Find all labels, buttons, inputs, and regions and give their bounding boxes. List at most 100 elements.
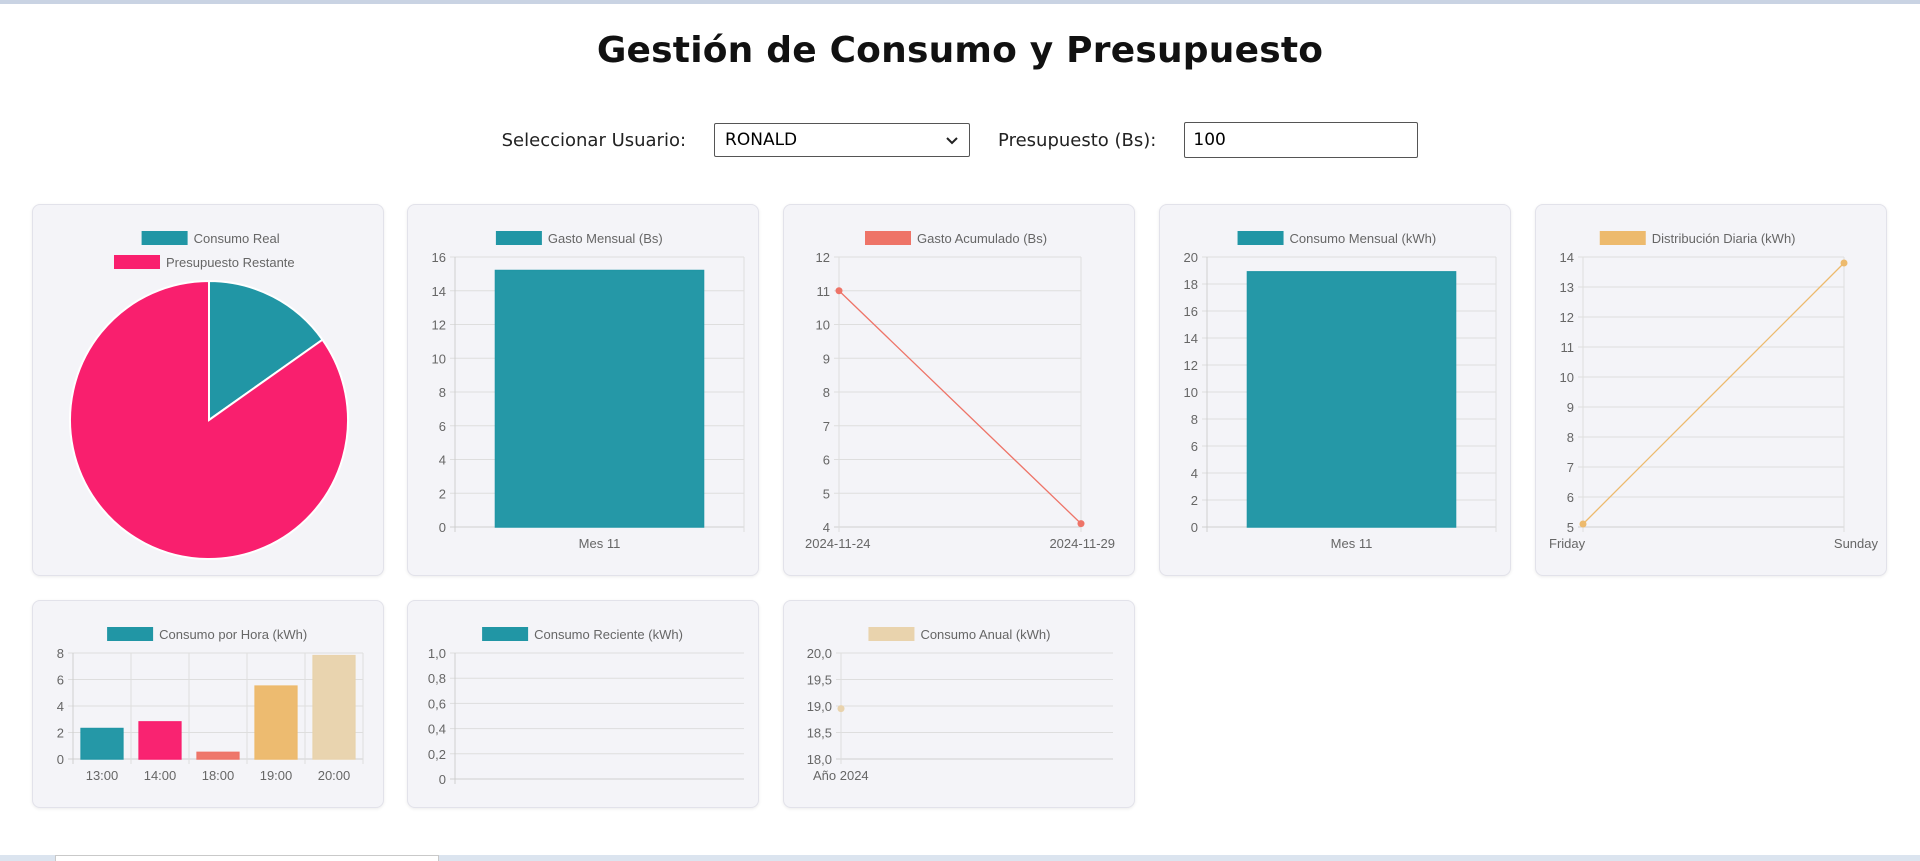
chart-svg-c8: Consumo Anual (kWh) 18,0 18,5 19,0 19,5 20,0 A… — [807, 627, 1113, 783]
y-tick-label: 14 — [1560, 250, 1574, 265]
legend-0-swatch — [141, 231, 188, 245]
bar-3 — [254, 685, 298, 760]
y-tick-label: 19,0 — [807, 699, 832, 714]
legend-1-label: Presupuesto Restante — [166, 255, 295, 270]
y-tick-label: 4 — [1191, 466, 1198, 481]
y-tick-label: 14 — [1184, 331, 1198, 346]
y-tick-label: 9 — [1567, 400, 1574, 415]
user-select-label: Seleccionar Usuario: — [501, 129, 687, 151]
y-tick-label: 2 — [1191, 493, 1198, 508]
y-tick-label: 20 — [1184, 250, 1198, 265]
y-tick-label: 6 — [1191, 439, 1198, 454]
y-tick-label: 16 — [432, 250, 446, 265]
chevron-down-icon — [946, 137, 958, 145]
x-tick-label: 19:00 — [260, 768, 293, 783]
x-tick-label: 14:00 — [144, 768, 177, 783]
y-tick-label: 8 — [1191, 412, 1198, 427]
point-1 — [1840, 259, 1848, 267]
legend-label: Consumo Mensual (kWh) — [1290, 231, 1437, 246]
y-tick-label: 16 — [1184, 304, 1198, 319]
y-tick-label: 10 — [1184, 385, 1198, 400]
y-tick-label: 12 — [432, 318, 446, 333]
chart-card-consumption-pie: Consumo Real Presupuesto Restante — [32, 204, 384, 576]
y-tick-label: 8 — [57, 646, 64, 661]
legend-0-label: Consumo Real — [194, 231, 280, 246]
legend-swatch — [107, 627, 154, 641]
y-tick-label: 13 — [1560, 280, 1574, 295]
legend-label: Gasto Mensual (Bs) — [548, 231, 663, 246]
point-1 — [1077, 520, 1085, 528]
chart-card-monthly-consumption: Consumo Mensual (kWh) 0 2 4 6 8 10 12 14 16 18 20 Me… — [1159, 204, 1511, 576]
y-tick-label: 4 — [57, 699, 64, 714]
y-tick-label: 7 — [1567, 460, 1574, 475]
chart-card-monthly-spend: Gasto Mensual (Bs) 0 2 4 6 8 10 12 14 16 Mes 11 — [407, 204, 759, 576]
chart-card-accumulated-spend: Gasto Acumulado (Bs) 4 5 6 7 8 9 10 11 12 2024-11-… — [783, 204, 1135, 576]
bar-0 — [494, 269, 705, 528]
legend-label: Consumo Anual (kWh) — [920, 627, 1050, 642]
bar-4 — [312, 654, 356, 760]
legend-label: Distribución Diaria (kWh) — [1652, 231, 1796, 246]
y-tick-label: 0,2 — [428, 747, 446, 762]
bar-1 — [138, 721, 182, 760]
budget-input[interactable] — [1184, 122, 1419, 158]
y-tick-label: 6 — [823, 453, 830, 468]
y-tick-label: 6 — [1567, 490, 1574, 505]
x-tick-label: Mes 11 — [579, 536, 621, 551]
x-tick-label: 13:00 — [86, 768, 119, 783]
top-border — [0, 0, 1920, 4]
y-tick-label: 18,0 — [807, 752, 832, 767]
y-tick-label: 6 — [439, 419, 446, 434]
point-0 — [835, 287, 843, 295]
point-0 — [837, 705, 845, 713]
chart-svg-c7: Consumo Reciente (kWh) 0 0,2 0,4 0,6 0,8 1,0 — [428, 627, 744, 787]
y-tick-label: 12 — [1560, 310, 1574, 325]
series-line — [838, 290, 1082, 525]
bar-2 — [196, 751, 240, 760]
y-tick-label: 11 — [817, 284, 831, 299]
legend-label: Consumo Reciente (kWh) — [534, 627, 683, 642]
user-select[interactable]: RONALD — [714, 123, 971, 157]
bottom-tab — [55, 855, 439, 861]
legend-label: Gasto Acumulado (Bs) — [917, 231, 1047, 246]
y-tick-label: 0 — [1191, 520, 1198, 535]
chart-card-annual-consumption: Consumo Anual (kWh) 18,0 18,5 19,0 19,5 20,0 A… — [783, 600, 1135, 808]
y-tick-label: 10 — [1560, 370, 1574, 385]
y-tick-label: 4 — [439, 453, 446, 468]
y-tick-label: 14 — [432, 284, 446, 299]
y-tick-label: 18 — [1184, 277, 1198, 292]
y-tick-label: 8 — [1567, 430, 1574, 445]
chart-svg-c4: Consumo Mensual (kWh) 0 2 4 6 8 10 12 14 16 18 20 Me… — [1184, 231, 1497, 551]
y-tick-label: 11 — [1561, 340, 1575, 355]
y-tick-label: 8 — [823, 385, 830, 400]
y-tick-label: 1,0 — [428, 646, 446, 661]
bar-0 — [80, 727, 124, 760]
point-0 — [1579, 520, 1587, 528]
y-tick-label: 6 — [57, 673, 64, 688]
chart-card-hourly-consumption: Consumo por Hora (kWh) 0 2 4 6 8 13:00 14:00 18:… — [32, 600, 384, 808]
y-tick-label: 18,5 — [807, 726, 832, 741]
chart-svg-c5: Distribución Diaria (kWh) 5 6 7 8 9 10 11 12 13 14… — [1549, 231, 1879, 551]
y-tick-label: 10 — [816, 318, 830, 333]
x-tick-label: Friday — [1549, 536, 1586, 551]
y-tick-label: 0 — [439, 520, 446, 535]
legend-swatch — [482, 627, 529, 641]
y-tick-label: 7 — [823, 419, 830, 434]
chart-svg-c3: Gasto Acumulado (Bs) 4 5 6 7 8 9 10 11 12 2024-11-… — [805, 231, 1115, 551]
y-tick-label: 2 — [57, 726, 64, 741]
x-tick-label: 20:00 — [318, 768, 351, 783]
y-tick-label: 0,6 — [428, 696, 446, 711]
y-tick-label: 4 — [823, 520, 830, 535]
legend-swatch — [1237, 231, 1284, 245]
legend-swatch — [868, 627, 915, 641]
chart-svg-c2: Gasto Mensual (Bs) 0 2 4 6 8 10 12 14 16 Mes 11 — [432, 231, 745, 551]
user-select-value: RONALD — [725, 130, 798, 150]
x-tick-label: 18:00 — [202, 768, 235, 783]
y-tick-label: 10 — [432, 351, 446, 366]
x-tick-label: Mes 11 — [1331, 536, 1373, 551]
series-line — [1582, 262, 1845, 525]
x-tick-label: Sunday — [1834, 536, 1879, 551]
y-tick-label: 0,8 — [428, 671, 446, 686]
chart-card-daily-distribution: Distribución Diaria (kWh) 5 6 7 8 9 10 11 12 13 14… — [1535, 204, 1887, 576]
y-tick-label: 0,4 — [428, 722, 446, 737]
bar-0 — [1246, 271, 1457, 528]
